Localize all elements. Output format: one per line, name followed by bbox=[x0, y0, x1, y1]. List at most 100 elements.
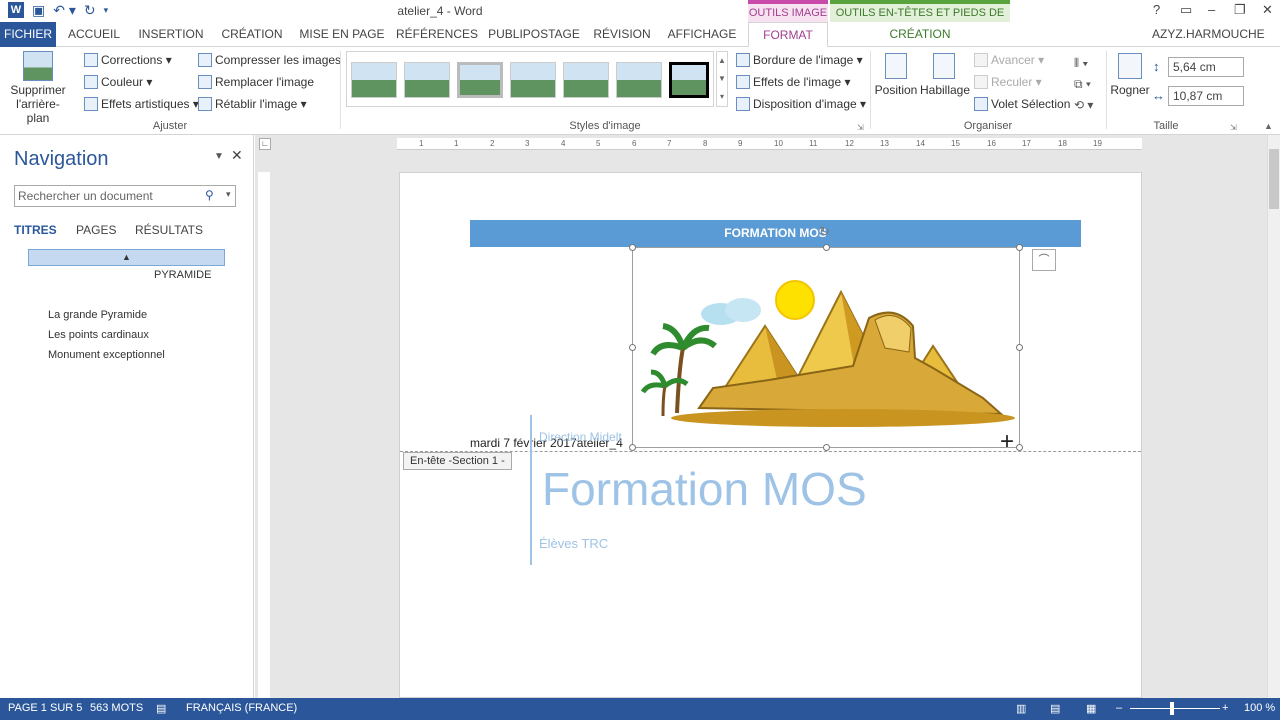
tab-mise-en-page[interactable]: MISE EN PAGE bbox=[298, 22, 386, 47]
ribbon-display-icon[interactable]: ▭ bbox=[1180, 2, 1192, 18]
picture-effects-button[interactable]: Effets de l'image ▾ bbox=[736, 75, 850, 89]
search-dropdown-icon[interactable]: ▾ bbox=[226, 189, 231, 200]
selection-pane-button[interactable]: Volet Sélection bbox=[974, 97, 1070, 111]
direction-text[interactable]: Direction Midelt bbox=[539, 430, 622, 444]
collapse-ribbon-icon[interactable]: ▲ bbox=[1264, 121, 1273, 131]
zoom-slider-thumb[interactable] bbox=[1170, 702, 1174, 715]
compress-images-button[interactable]: Compresser les images bbox=[198, 53, 341, 67]
selected-image[interactable]: ↻ bbox=[629, 224, 1023, 451]
minimize-button[interactable]: – bbox=[1208, 2, 1215, 17]
nav-item[interactable]: La grande Pyramide bbox=[48, 309, 147, 321]
collapse-heading-icon[interactable]: ▲ bbox=[29, 250, 224, 264]
nav-tab-titres[interactable]: TITRES bbox=[14, 223, 57, 237]
search-icon[interactable]: ⚲ bbox=[205, 188, 214, 202]
bring-forward-label: Avancer ▾ bbox=[991, 53, 1045, 67]
picture-styles-gallery[interactable] bbox=[346, 51, 714, 107]
resize-handle[interactable] bbox=[823, 244, 830, 251]
user-name[interactable]: AZYZ.HARMOUCHE bbox=[1152, 22, 1272, 47]
picture-style-4[interactable] bbox=[510, 62, 556, 98]
web-layout-icon[interactable]: ▦ bbox=[1086, 702, 1096, 715]
tab-fichier[interactable]: FICHIER bbox=[0, 22, 56, 47]
scroll-thumb[interactable] bbox=[1269, 149, 1279, 209]
close-pane-icon[interactable]: ✕ bbox=[231, 147, 243, 164]
layout-options-icon[interactable]: ⌒ bbox=[1032, 249, 1056, 271]
replace-image-button[interactable]: Remplacer l'image bbox=[198, 75, 314, 89]
header-banner[interactable]: FORMATION MOS bbox=[470, 220, 1081, 247]
ruler-number: 4 bbox=[561, 139, 566, 148]
zoom-level[interactable]: 100 % bbox=[1244, 702, 1275, 714]
language[interactable]: FRANÇAIS (FRANCE) bbox=[186, 702, 297, 714]
artistic-effects-button[interactable]: Effets artistiques ▾ bbox=[84, 97, 199, 111]
resize-handle[interactable] bbox=[1016, 444, 1023, 451]
tab-creation[interactable]: CRÉATION bbox=[218, 22, 286, 47]
align-group-buttons[interactable]: ⫴ ▾ ⧉ ▾ ⟲ ▾ bbox=[1074, 53, 1093, 116]
resize-handle[interactable] bbox=[629, 344, 636, 351]
page-count[interactable]: PAGE 1 SUR 5 bbox=[8, 702, 82, 714]
picture-border-label: Bordure de l'image ▾ bbox=[753, 53, 863, 67]
vertical-ruler[interactable] bbox=[258, 172, 270, 698]
zoom-in-icon[interactable]: + bbox=[1222, 702, 1228, 714]
nav-item[interactable]: Les points cardinaux bbox=[48, 329, 149, 341]
reset-image-button[interactable]: Rétablir l'image ▾ bbox=[198, 97, 307, 111]
picture-style-7[interactable] bbox=[669, 62, 709, 98]
tab-selector-icon[interactable]: ∟ bbox=[259, 138, 271, 150]
artistic-effects-label: Effets artistiques ▾ bbox=[101, 97, 199, 111]
tab-insertion[interactable]: INSERTION bbox=[134, 22, 208, 47]
vertical-scrollbar[interactable] bbox=[1267, 135, 1280, 698]
zoom-out-icon[interactable]: – bbox=[1116, 702, 1122, 714]
cover-title[interactable]: Formation MOS bbox=[542, 462, 867, 516]
selection-pane-label: Volet Sélection bbox=[991, 97, 1071, 111]
gallery-scroll[interactable]: ▲ ▼ ▾ bbox=[716, 51, 728, 107]
read-mode-icon[interactable]: ▥ bbox=[1016, 702, 1026, 715]
size-dialog-launcher-icon[interactable]: ⇲ bbox=[1230, 123, 1237, 132]
corrections-button[interactable]: Corrections ▾ bbox=[84, 53, 172, 67]
search-document-input[interactable]: Rechercher un document bbox=[14, 185, 236, 207]
remove-background-button[interactable]: Supprimer l'arrière-plan bbox=[8, 51, 68, 125]
tab-creation-headers[interactable]: CRÉATION bbox=[830, 22, 1010, 47]
resize-handle[interactable] bbox=[629, 444, 636, 451]
tab-accueil[interactable]: ACCUEIL bbox=[62, 22, 126, 47]
wrap-text-button[interactable]: Habillage bbox=[920, 53, 970, 97]
close-button[interactable]: ✕ bbox=[1262, 2, 1273, 18]
crop-button[interactable]: Rogner bbox=[1110, 53, 1150, 97]
picture-style-2[interactable] bbox=[404, 62, 450, 98]
restore-button[interactable]: ❐ bbox=[1234, 2, 1246, 18]
position-button[interactable]: Position bbox=[874, 53, 918, 97]
word-count[interactable]: 563 MOTS bbox=[90, 702, 143, 714]
picture-layout-button[interactable]: Disposition d'image ▾ bbox=[736, 97, 866, 111]
color-button[interactable]: Couleur ▾ bbox=[84, 75, 152, 89]
picture-style-1[interactable] bbox=[351, 62, 397, 98]
tab-revision[interactable]: RÉVISION bbox=[590, 22, 654, 47]
nav-tab-resultats[interactable]: RÉSULTATS bbox=[135, 223, 203, 237]
width-input[interactable]: 10,87 cm bbox=[1168, 86, 1244, 106]
bring-forward-button[interactable]: Avancer ▾ bbox=[974, 53, 1044, 67]
nav-item[interactable]: Monument exceptionnel bbox=[48, 349, 165, 361]
help-icon[interactable]: ? bbox=[1153, 2, 1160, 17]
proofing-icon[interactable]: ▤ bbox=[156, 702, 166, 715]
zoom-slider[interactable] bbox=[1130, 708, 1220, 709]
tab-affichage[interactable]: AFFICHAGE bbox=[664, 22, 740, 47]
picture-style-5[interactable] bbox=[563, 62, 609, 98]
horizontal-ruler[interactable]: 1 1 2 3 4 5 6 7 8 9 10 11 12 13 14 15 16 17 18 19 bbox=[397, 138, 1142, 150]
picture-style-6[interactable] bbox=[616, 62, 662, 98]
dialog-launcher-icon[interactable]: ⇲ bbox=[857, 123, 864, 132]
picture-border-button[interactable]: Bordure de l'image ▾ bbox=[736, 53, 863, 67]
pane-options-icon[interactable]: ▼ bbox=[214, 151, 224, 162]
nav-tab-pages[interactable]: PAGES bbox=[76, 223, 116, 237]
tab-references[interactable]: RÉFÉRENCES bbox=[396, 22, 478, 47]
height-input[interactable]: 5,64 cm bbox=[1168, 57, 1244, 77]
print-layout-icon[interactable]: ▤ bbox=[1050, 702, 1060, 715]
nav-heading-pyramide[interactable]: PYRAMIDE bbox=[154, 269, 211, 281]
cover-subtitle[interactable]: Élèves TRC bbox=[539, 536, 608, 551]
resize-handle[interactable] bbox=[1016, 244, 1023, 251]
rotate-handle-icon[interactable]: ↻ bbox=[819, 224, 830, 240]
nav-highlighted-heading[interactable]: ▲ bbox=[28, 249, 225, 266]
picture-style-3[interactable] bbox=[457, 62, 503, 98]
navigation-title: Navigation bbox=[14, 148, 109, 170]
tab-format[interactable]: FORMAT bbox=[748, 22, 828, 48]
resize-handle[interactable] bbox=[823, 444, 830, 451]
resize-handle[interactable] bbox=[629, 244, 636, 251]
tab-publipostage[interactable]: PUBLIPOSTAGE bbox=[486, 22, 582, 47]
resize-handle[interactable] bbox=[1016, 344, 1023, 351]
send-backward-button[interactable]: Reculer ▾ bbox=[974, 75, 1042, 89]
